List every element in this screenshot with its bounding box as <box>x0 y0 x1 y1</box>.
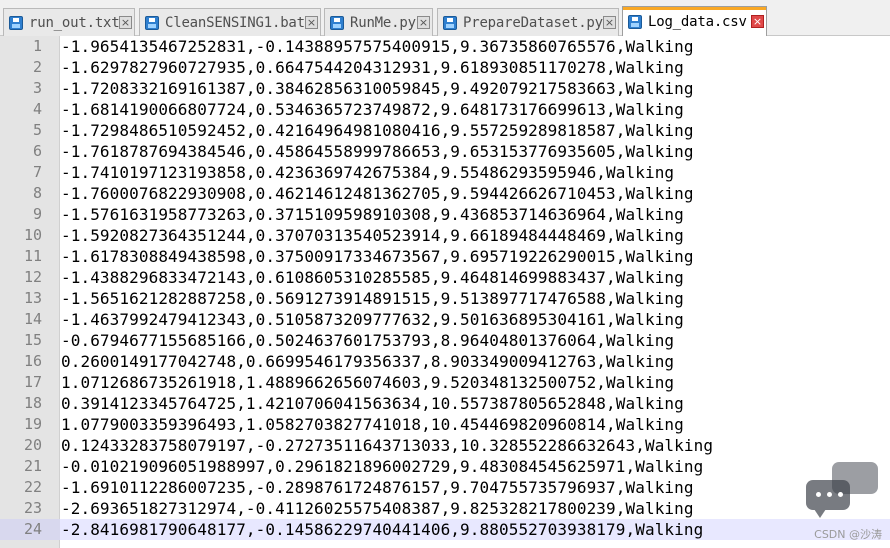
line-number: 2 <box>32 58 42 76</box>
text-editor[interactable]: 1 -1.9654135467252831,-0.1438895757540091… <box>0 36 890 548</box>
line-number: 14 <box>23 310 42 328</box>
line-number: 13 <box>23 289 42 307</box>
tab-preparedataset-py[interactable]: PrepareDataset.py × <box>437 8 619 36</box>
editor-line[interactable]: 8 -1.7600076822930908,0.46214612481362705… <box>0 183 890 204</box>
line-number: 8 <box>32 184 42 202</box>
line-number: 17 <box>23 373 42 391</box>
editor-line[interactable]: 11 -1.6178308849438598,0.3750091733467356… <box>0 246 890 267</box>
editor-line[interactable]: 21 -0.010219096051988997,0.29618218960027… <box>0 456 890 477</box>
save-disk-icon <box>330 15 344 30</box>
line-number: 1 <box>32 37 42 55</box>
line-number: 24 <box>0 519 60 540</box>
tab-label: RunMe.py <box>350 14 416 31</box>
tab-run-out-txt[interactable]: run_out.txt × <box>3 8 135 36</box>
line-number: 20 <box>23 436 42 454</box>
line-number: 22 <box>23 478 42 496</box>
tab-label: CleanSENSING1.bat <box>165 14 305 31</box>
line-text[interactable]: -1.4637992479412343,0.5105873209777632,9… <box>61 309 684 330</box>
editor-line[interactable]: 19 1.0779003359396493,1.0582703827741018,… <box>0 414 890 435</box>
tab-label: run_out.txt <box>29 14 120 31</box>
line-number: 6 <box>32 142 42 160</box>
editor-line[interactable]: 2 -1.6297827960727935,0.6647544204312931,… <box>0 57 890 78</box>
line-number: 21 <box>23 457 42 475</box>
line-number: 10 <box>23 226 42 244</box>
line-text[interactable]: -0.010219096051988997,0.2961821896002729… <box>61 456 703 477</box>
line-text[interactable]: 1.0712686735261918,1.4889662656074603,9.… <box>61 372 674 393</box>
editor-line[interactable]: 16 0.2600149177042748,0.6699546179356337,… <box>0 351 890 372</box>
line-number: 12 <box>23 268 42 286</box>
ellipsis-icon <box>816 492 843 497</box>
line-text[interactable]: -1.6910112286007235,-0.2898761724876157,… <box>61 477 694 498</box>
editor-line[interactable]: 20 0.12433283758079197,-0.272735116437130… <box>0 435 890 456</box>
editor-line[interactable]: 22 -1.6910112286007235,-0.289876172487615… <box>0 477 890 498</box>
editor-line[interactable]: 18 0.3914123345764725,1.4210706041563634,… <box>0 393 890 414</box>
close-icon[interactable]: × <box>119 15 132 29</box>
tab-log-data-csv[interactable]: Log_data.csv × <box>622 6 767 36</box>
line-text[interactable]: -0.6794677155685166,0.5024637601753793,8… <box>61 330 674 351</box>
save-disk-icon <box>628 14 642 29</box>
tab-cleansensing1-bat[interactable]: CleanSENSING1.bat × <box>139 8 321 36</box>
editor-line[interactable]: 14 -1.4637992479412343,0.5105873209777632… <box>0 309 890 330</box>
editor-line[interactable]: 4 -1.6814190066807724,0.5346365723749872,… <box>0 99 890 120</box>
tab-runme-py[interactable]: RunMe.py × <box>324 8 433 36</box>
line-text[interactable]: 0.2600149177042748,0.6699546179356337,8.… <box>61 351 674 372</box>
save-disk-icon <box>145 15 159 30</box>
line-text[interactable]: -2.8416981790648177,-0.14586229740441406… <box>61 519 703 540</box>
line-number: 19 <box>23 415 42 433</box>
line-text[interactable]: -1.7600076822930908,0.46214612481362705,… <box>61 183 694 204</box>
editor-line[interactable]: 5 -1.7298486510592452,0.42164964981080416… <box>0 120 890 141</box>
editor-line[interactable]: 23 -2.693651827312974,-0.4112602557540838… <box>0 498 890 519</box>
line-text[interactable]: -1.7298486510592452,0.42164964981080416,… <box>61 120 694 141</box>
close-icon[interactable]: × <box>417 15 430 29</box>
line-text[interactable]: 1.0779003359396493,1.0582703827741018,10… <box>61 414 684 435</box>
editor-line[interactable]: 17 1.0712686735261918,1.4889662656074603,… <box>0 372 890 393</box>
line-number: 16 <box>23 352 42 370</box>
line-number: 23 <box>23 499 42 517</box>
editor-line[interactable]: 12 -1.4388296833472143,0.6108605310285585… <box>0 267 890 288</box>
line-text[interactable]: -1.4388296833472143,0.6108605310285585,9… <box>61 267 684 288</box>
close-icon[interactable]: × <box>603 15 616 29</box>
line-number: 7 <box>32 163 42 181</box>
line-text[interactable]: 0.12433283758079197,-0.27273511643713033… <box>61 435 713 456</box>
line-number: 15 <box>23 331 42 349</box>
line-number: 4 <box>32 100 42 118</box>
close-icon[interactable]: × <box>751 14 764 28</box>
line-text[interactable]: -1.7208332169161387,0.38462856310059845,… <box>61 78 694 99</box>
editor-line[interactable]: 6 -1.7618787694384546,0.45864558999786653… <box>0 141 890 162</box>
tab-label: Log_data.csv <box>648 13 747 30</box>
line-text[interactable]: 0.3914123345764725,1.4210706041563634,10… <box>61 393 684 414</box>
line-text[interactable]: -1.7618787694384546,0.45864558999786653,… <box>61 141 694 162</box>
close-icon[interactable]: × <box>305 15 318 29</box>
line-number: 18 <box>23 394 42 412</box>
save-disk-icon <box>9 15 23 30</box>
editor-line[interactable]: 1 -1.9654135467252831,-0.1438895757540091… <box>0 36 890 57</box>
editor-line[interactable]: 7 -1.7410197123193858,0.4236369742675384,… <box>0 162 890 183</box>
line-number: 3 <box>32 79 42 97</box>
editor-lines: 1 -1.9654135467252831,-0.1438895757540091… <box>0 36 890 540</box>
line-number: 9 <box>32 205 42 223</box>
line-text[interactable]: -1.6814190066807724,0.5346365723749872,9… <box>61 99 684 120</box>
line-number: 11 <box>23 247 42 265</box>
editor-line[interactable]: 13 -1.5651621282887258,0.5691273914891515… <box>0 288 890 309</box>
line-text[interactable]: -1.6297827960727935,0.6647544204312931,9… <box>61 57 684 78</box>
editor-line[interactable]: 10 -1.5920827364351244,0.3707031354052391… <box>0 225 890 246</box>
tab-label: PrepareDataset.py <box>463 14 603 31</box>
line-text[interactable]: -1.6178308849438598,0.37500917334673567,… <box>61 246 694 267</box>
line-text[interactable]: -1.5761631958773263,0.3715109598910308,9… <box>61 204 684 225</box>
editor-line[interactable]: 3 -1.7208332169161387,0.38462856310059845… <box>0 78 890 99</box>
line-text[interactable]: -1.9654135467252831,-0.14388957575400915… <box>61 36 694 57</box>
line-text[interactable]: -1.7410197123193858,0.4236369742675384,9… <box>61 162 674 183</box>
editor-line[interactable]: 24 -2.8416981790648177,-0.145862297404414… <box>0 519 890 540</box>
line-text[interactable]: -1.5920827364351244,0.37070313540523914,… <box>61 225 684 246</box>
line-text[interactable]: -1.5651621282887258,0.5691273914891515,9… <box>61 288 684 309</box>
tab-bar: run_out.txt × CleanSENSING1.bat × RunMe.… <box>0 0 890 36</box>
editor-line[interactable]: 15 -0.6794677155685166,0.5024637601753793… <box>0 330 890 351</box>
watermark: CSDN @沙涛 <box>802 462 884 542</box>
save-disk-icon <box>443 15 457 30</box>
watermark-text: CSDN @沙涛 <box>814 528 882 541</box>
editor-line[interactable]: 9 -1.5761631958773263,0.3715109598910308,… <box>0 204 890 225</box>
line-text[interactable]: -2.693651827312974,-0.41126025575408387,… <box>61 498 694 519</box>
line-number: 5 <box>32 121 42 139</box>
